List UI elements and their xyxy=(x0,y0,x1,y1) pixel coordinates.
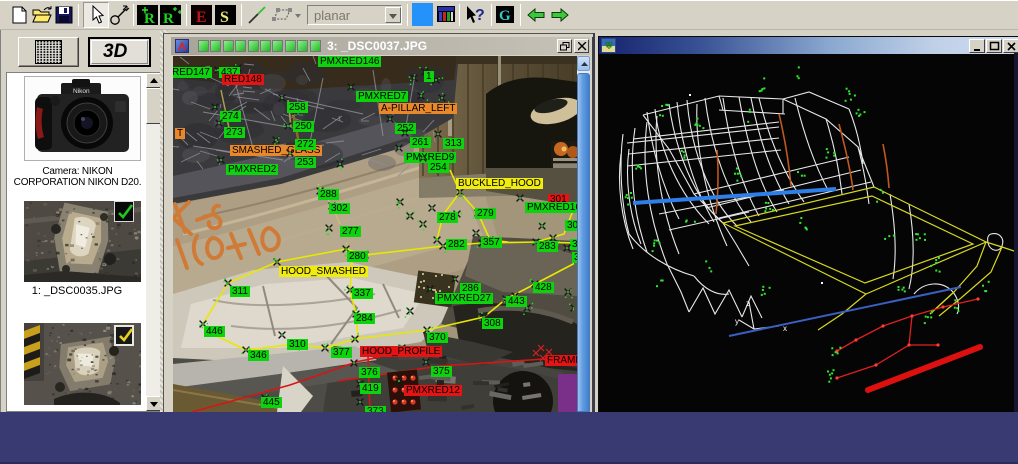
svg-text:R: R xyxy=(163,11,174,25)
svg-text:z: z xyxy=(746,299,750,308)
svg-text:G: G xyxy=(499,8,511,23)
svg-text:S: S xyxy=(220,9,229,25)
svg-text:y: y xyxy=(735,317,739,326)
svg-text:R: R xyxy=(144,11,155,25)
svg-text:Nikon: Nikon xyxy=(73,88,90,95)
svg-text:?: ? xyxy=(475,7,485,24)
svg-text:E: E xyxy=(196,9,207,25)
